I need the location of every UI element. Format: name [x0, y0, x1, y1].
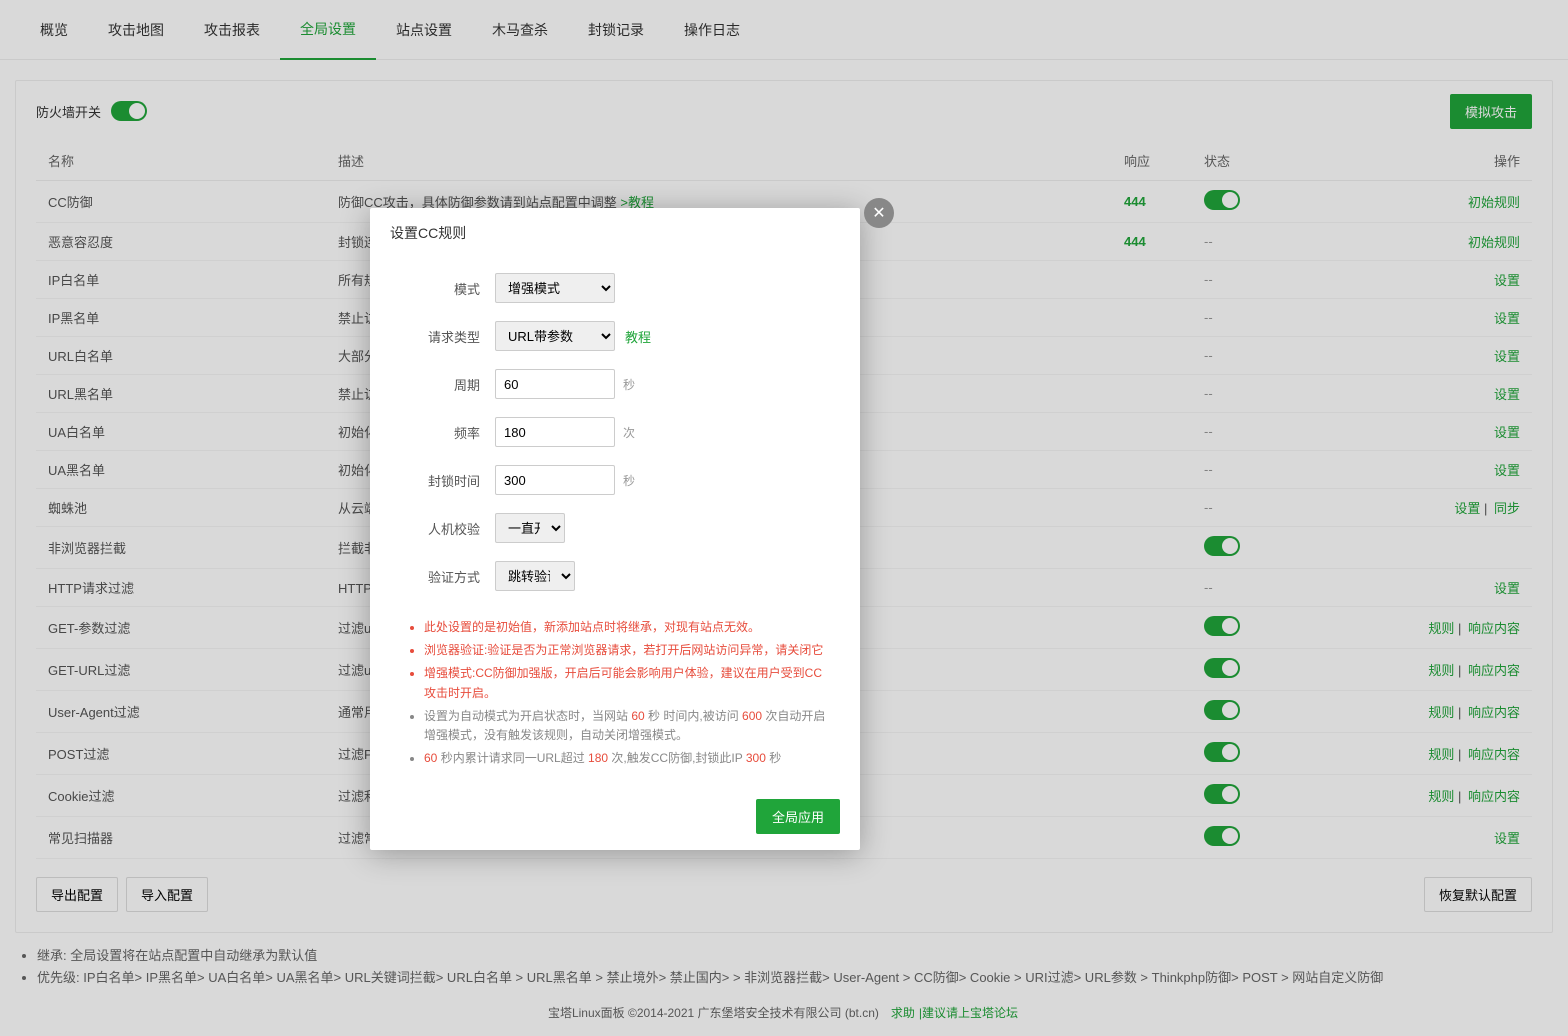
period-unit: 秒	[623, 376, 635, 393]
period-label: 周期	[400, 375, 495, 394]
apply-button[interactable]: 全局应用	[756, 799, 840, 834]
modal-title: 设置CC规则	[370, 208, 860, 258]
cc-rules-modal: ✕ 设置CC规则 模式 增强模式 请求类型 URL带参数 教程 周期 秒 频率 …	[370, 208, 860, 850]
mode-label: 模式	[400, 279, 495, 298]
req-type-label: 请求类型	[400, 327, 495, 346]
close-icon[interactable]: ✕	[864, 198, 894, 228]
verify-select[interactable]: 跳转验证	[495, 561, 575, 591]
freq-label: 频率	[400, 423, 495, 442]
req-type-select[interactable]: URL带参数	[495, 321, 615, 351]
freq-unit: 次	[623, 424, 635, 441]
tip-grey: 设置为自动模式为开启状态时，当网站 60 秒 时间内,被访问 600 次自动开启…	[424, 707, 830, 745]
tutorial-link[interactable]: 教程	[625, 327, 651, 346]
tip-grey: 60 秒内累计请求同一URL超过 180 次,触发CC防御,封锁此IP 300 …	[424, 749, 830, 768]
freq-input[interactable]	[495, 417, 615, 447]
tips-section: 此处设置的是初始值，新添加站点时将继承，对现有站点无效。 浏览器验证:验证是否为…	[370, 618, 860, 787]
lock-input[interactable]	[495, 465, 615, 495]
lock-unit: 秒	[623, 472, 635, 489]
lock-label: 封锁时间	[400, 471, 495, 490]
tip-red: 浏览器验证:验证是否为正常浏览器请求，若打开后网站访问异常，请关闭它	[424, 641, 830, 660]
mode-select[interactable]: 增强模式	[495, 273, 615, 303]
verify-label: 验证方式	[400, 567, 495, 586]
tip-red: 此处设置的是初始值，新添加站点时将继承，对现有站点无效。	[424, 618, 830, 637]
human-label: 人机校验	[400, 519, 495, 538]
period-input[interactable]	[495, 369, 615, 399]
human-select[interactable]: 一直开启	[495, 513, 565, 543]
tip-red: 增强模式:CC防御加强版，开启后可能会影响用户体验，建议在用户受到CC攻击时开启…	[424, 664, 830, 702]
